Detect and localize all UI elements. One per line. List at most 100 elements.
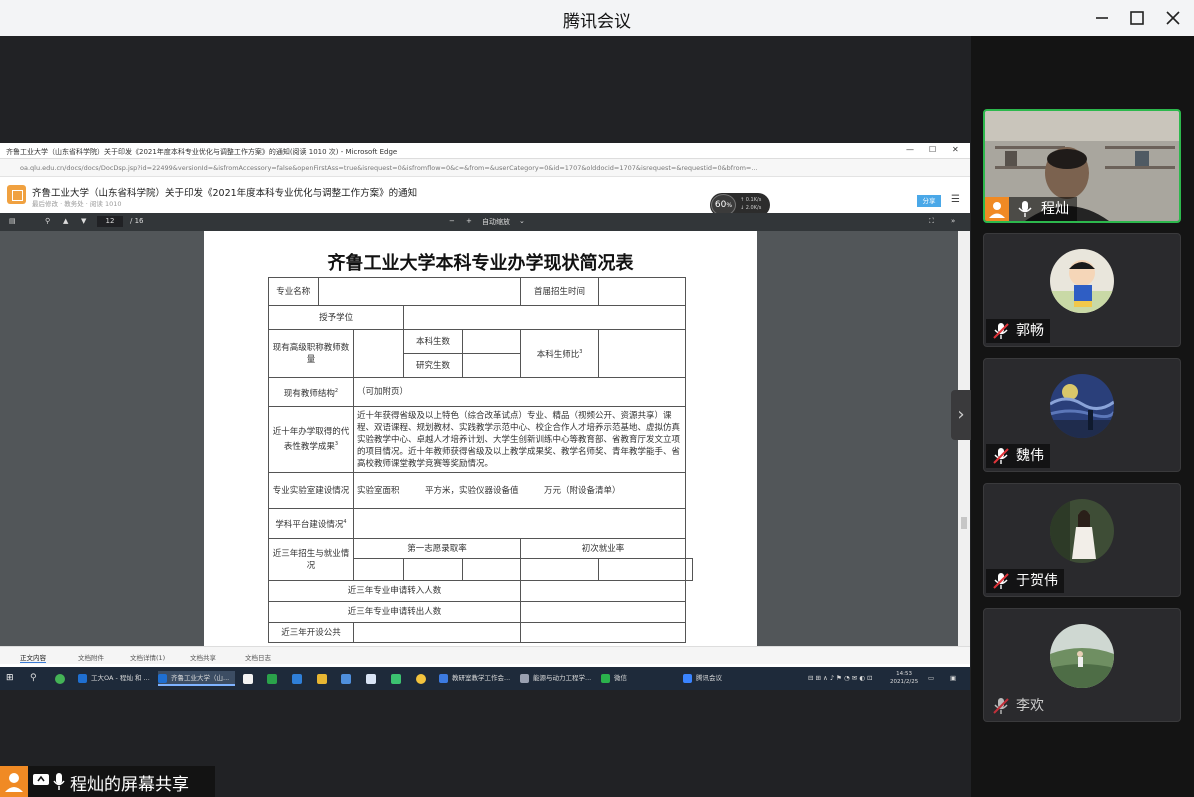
taskbar-item-edge[interactable]: 齐鲁工业大学（山... bbox=[158, 671, 235, 686]
cell-teacher-structure: 现有教师结构2 bbox=[268, 377, 354, 407]
more-tools-icon[interactable]: » bbox=[951, 217, 955, 225]
participant-name-bar: 于贺伟 bbox=[986, 569, 1064, 593]
screen-share-icon bbox=[33, 774, 49, 785]
store-icon[interactable] bbox=[243, 674, 253, 684]
mic-muted-icon bbox=[993, 573, 1009, 589]
taskbar-item-tencent-meeting[interactable]: 腾讯会议 bbox=[683, 671, 758, 686]
share-button[interactable]: 分享 bbox=[917, 195, 941, 207]
document-tabs: 正文内容 文档附件 文档详情(1) 文档共享 文档日志 bbox=[0, 646, 970, 664]
cell-achievements-value: 近十年获得省级及以上特色（综合改革试点）专业、精品（视频公开、资源共享）课程、双… bbox=[352, 406, 687, 473]
title-bar: 腾讯会议 bbox=[0, 0, 1194, 36]
minimize-icon[interactable] bbox=[1090, 6, 1114, 30]
taskbar-date: 2021/2/25 bbox=[890, 679, 919, 685]
next-page-icon[interactable]: ▼ bbox=[81, 217, 86, 225]
browser-close-icon[interactable]: ✕ bbox=[952, 145, 959, 154]
folder-icon[interactable] bbox=[317, 674, 327, 684]
windows-taskbar: ⊞ ⚲ 工大OA - 程灿 和 ... 齐鲁工业大学（山... 教研室教学工作会… bbox=[0, 667, 970, 690]
scroll-thumb[interactable] bbox=[961, 517, 967, 529]
green-app-icon[interactable] bbox=[55, 674, 65, 684]
document-header: 齐鲁工业大学（山东省科学院）关于印发《2021年度本科专业优化与调整工作方案》的… bbox=[0, 177, 970, 213]
taskbar-clock[interactable]: 14:53 2021/2/25 bbox=[890, 670, 918, 686]
cell-lab-value: 实验室面积 平方米，实验仪器设备值 万元（附设备清单） bbox=[352, 472, 687, 509]
mic-muted-icon bbox=[993, 698, 1009, 714]
screen-share-label-text: 程灿的屏幕共享 bbox=[70, 775, 189, 795]
tab-log[interactable]: 文档日志 bbox=[245, 652, 271, 662]
search-taskbar-icon[interactable]: ⚲ bbox=[30, 671, 37, 686]
app-title: 腾讯会议 bbox=[563, 12, 631, 32]
participant-name-bar: 程灿 bbox=[985, 197, 1077, 221]
participant-sidebar: 程灿 郭畅 魏伟 于贺伟 李欢 bbox=[971, 36, 1194, 797]
document-title: 齐鲁工业大学（山东省科学院）关于印发《2021年度本科专业优化与调整工作方案》的… bbox=[32, 188, 418, 199]
participant-name: 于贺伟 bbox=[1016, 573, 1058, 589]
cell-first-choice-rate: 第一志愿录取率 bbox=[352, 538, 522, 559]
document-meta: 最后修改 · 教务处 · 阅读 1010 bbox=[32, 200, 122, 208]
participant-tile[interactable]: 程灿 bbox=[983, 109, 1181, 223]
sidebar-toggle-icon[interactable] bbox=[7, 185, 26, 204]
tab-details[interactable]: 文档详情(1) bbox=[130, 652, 165, 662]
cell-lab: 专业实验室建设情况 bbox=[268, 472, 354, 509]
screen-share-label: 程灿的屏幕共享 bbox=[0, 766, 215, 797]
vscode-icon[interactable] bbox=[366, 674, 376, 684]
mic-on-icon bbox=[1018, 201, 1032, 217]
app-grid-icon[interactable] bbox=[292, 674, 302, 684]
participant-tile[interactable]: 郭畅 bbox=[983, 233, 1181, 347]
page-total: / 16 bbox=[130, 217, 144, 225]
notification-icon[interactable]: ▭ bbox=[928, 671, 934, 686]
speed-rates: ↑ 0.1K/s ↓ 2.0K/s bbox=[740, 197, 762, 211]
close-icon[interactable] bbox=[1161, 6, 1185, 30]
prev-page-icon[interactable]: ▲ bbox=[63, 217, 68, 225]
browser-minimize-icon[interactable]: — bbox=[906, 145, 914, 154]
tab-content[interactable]: 正文内容 bbox=[20, 652, 46, 663]
taskbar-item-oa[interactable]: 工大OA - 程灿 和 ... bbox=[78, 671, 152, 686]
browser-maximize-icon[interactable]: ☐ bbox=[929, 145, 936, 154]
taskbar-item-word[interactable]: 教研室教学工作会... bbox=[439, 671, 514, 686]
participant-name: 魏伟 bbox=[1016, 448, 1044, 464]
tab-attachments[interactable]: 文档附件 bbox=[78, 652, 104, 662]
action-center-icon[interactable]: ▣ bbox=[950, 671, 956, 686]
participant-name-bar: 李欢 bbox=[986, 694, 1050, 718]
qq-icon[interactable] bbox=[416, 674, 426, 684]
tray-icons[interactable]: ⊟ ⊞ ∧ ♪ ⚑ ◔ ✉ ◐ ⊡ bbox=[808, 671, 872, 686]
taskbar-item-wechat[interactable]: 微信 bbox=[601, 671, 676, 686]
page-number-input[interactable]: 12 bbox=[97, 216, 123, 227]
fullscreen-icon[interactable]: ⛶ bbox=[929, 217, 934, 226]
address-url: oa.qlu.edu.cn/docs/docs/DocDsp.jsp?id=22… bbox=[20, 164, 758, 172]
search-icon[interactable]: ⚲ bbox=[45, 217, 50, 225]
zoom-in-button[interactable]: + bbox=[466, 217, 472, 225]
participant-name-bar: 郭畅 bbox=[986, 319, 1050, 343]
user-icon bbox=[0, 766, 28, 797]
participant-tile[interactable]: 李欢 bbox=[983, 608, 1181, 722]
browser-title: 齐鲁工业大学（山东省科学院）关于印发《2021年度本科专业优化与调整工作方案》的… bbox=[6, 148, 398, 156]
zoom-select[interactable]: 自动缩放 bbox=[482, 217, 510, 227]
avatar bbox=[1050, 624, 1114, 688]
cell-first-enroll: 首届招生时间 bbox=[519, 277, 600, 306]
zoom-out-button[interactable]: − bbox=[449, 217, 455, 225]
address-bar[interactable]: oa.qlu.edu.cn/docs/docs/DocDsp.jsp?id=22… bbox=[0, 159, 970, 177]
shared-screen: 齐鲁工业大学（山东省科学院）关于印发《2021年度本科专业优化与调整工作方案》的… bbox=[0, 143, 970, 690]
sidebar-icon[interactable]: ▤ bbox=[9, 217, 16, 225]
wps-icon[interactable] bbox=[267, 674, 277, 684]
cell-enroll-employment: 近三年招生与就业情况 bbox=[268, 538, 354, 581]
media-icon[interactable] bbox=[391, 674, 401, 684]
participant-tile[interactable]: 魏伟 bbox=[983, 358, 1181, 472]
mic-muted-icon bbox=[993, 448, 1009, 464]
cell-major-name: 专业名称 bbox=[268, 277, 319, 306]
taskbar-item-chrome[interactable]: 能源与动力工程学... bbox=[520, 671, 595, 686]
cell-ratio: 本科生师比3 bbox=[519, 329, 600, 378]
cell-achievements: 近十年办学取得的代表性教学成果3 bbox=[268, 406, 354, 473]
pdf-viewer[interactable]: 齐鲁工业大学本科专业办学现状简况表 专业名称 首届招生时间 授予学位 现有高级职… bbox=[0, 231, 970, 646]
user-icon bbox=[985, 197, 1009, 221]
maximize-icon[interactable] bbox=[1125, 6, 1149, 30]
menu-icon[interactable]: ☰ bbox=[951, 194, 960, 205]
participant-tile[interactable]: 于贺伟 bbox=[983, 483, 1181, 597]
pdf-page: 齐鲁工业大学本科专业办学现状简况表 专业名称 首届招生时间 授予学位 现有高级职… bbox=[204, 231, 757, 646]
participant-name: 李欢 bbox=[1016, 698, 1044, 714]
cell-degree: 授予学位 bbox=[267, 305, 405, 330]
start-icon[interactable]: ⊞ bbox=[6, 671, 14, 686]
zoom-dropdown-icon[interactable]: ⌄ bbox=[519, 217, 525, 225]
pdf-toolbar: ▤ ⚲ ▲ ▼ 12 / 16 − + 自动缩放 ⌄ ⛶ » bbox=[0, 213, 970, 231]
tab-share[interactable]: 文档共享 bbox=[190, 652, 216, 662]
next-arrow-icon[interactable]: › bbox=[951, 390, 971, 440]
form-table: 专业名称 首届招生时间 授予学位 现有高级职称教师数量 本科生数 本科生师比3 bbox=[267, 277, 693, 643]
mail-icon[interactable] bbox=[341, 674, 351, 684]
